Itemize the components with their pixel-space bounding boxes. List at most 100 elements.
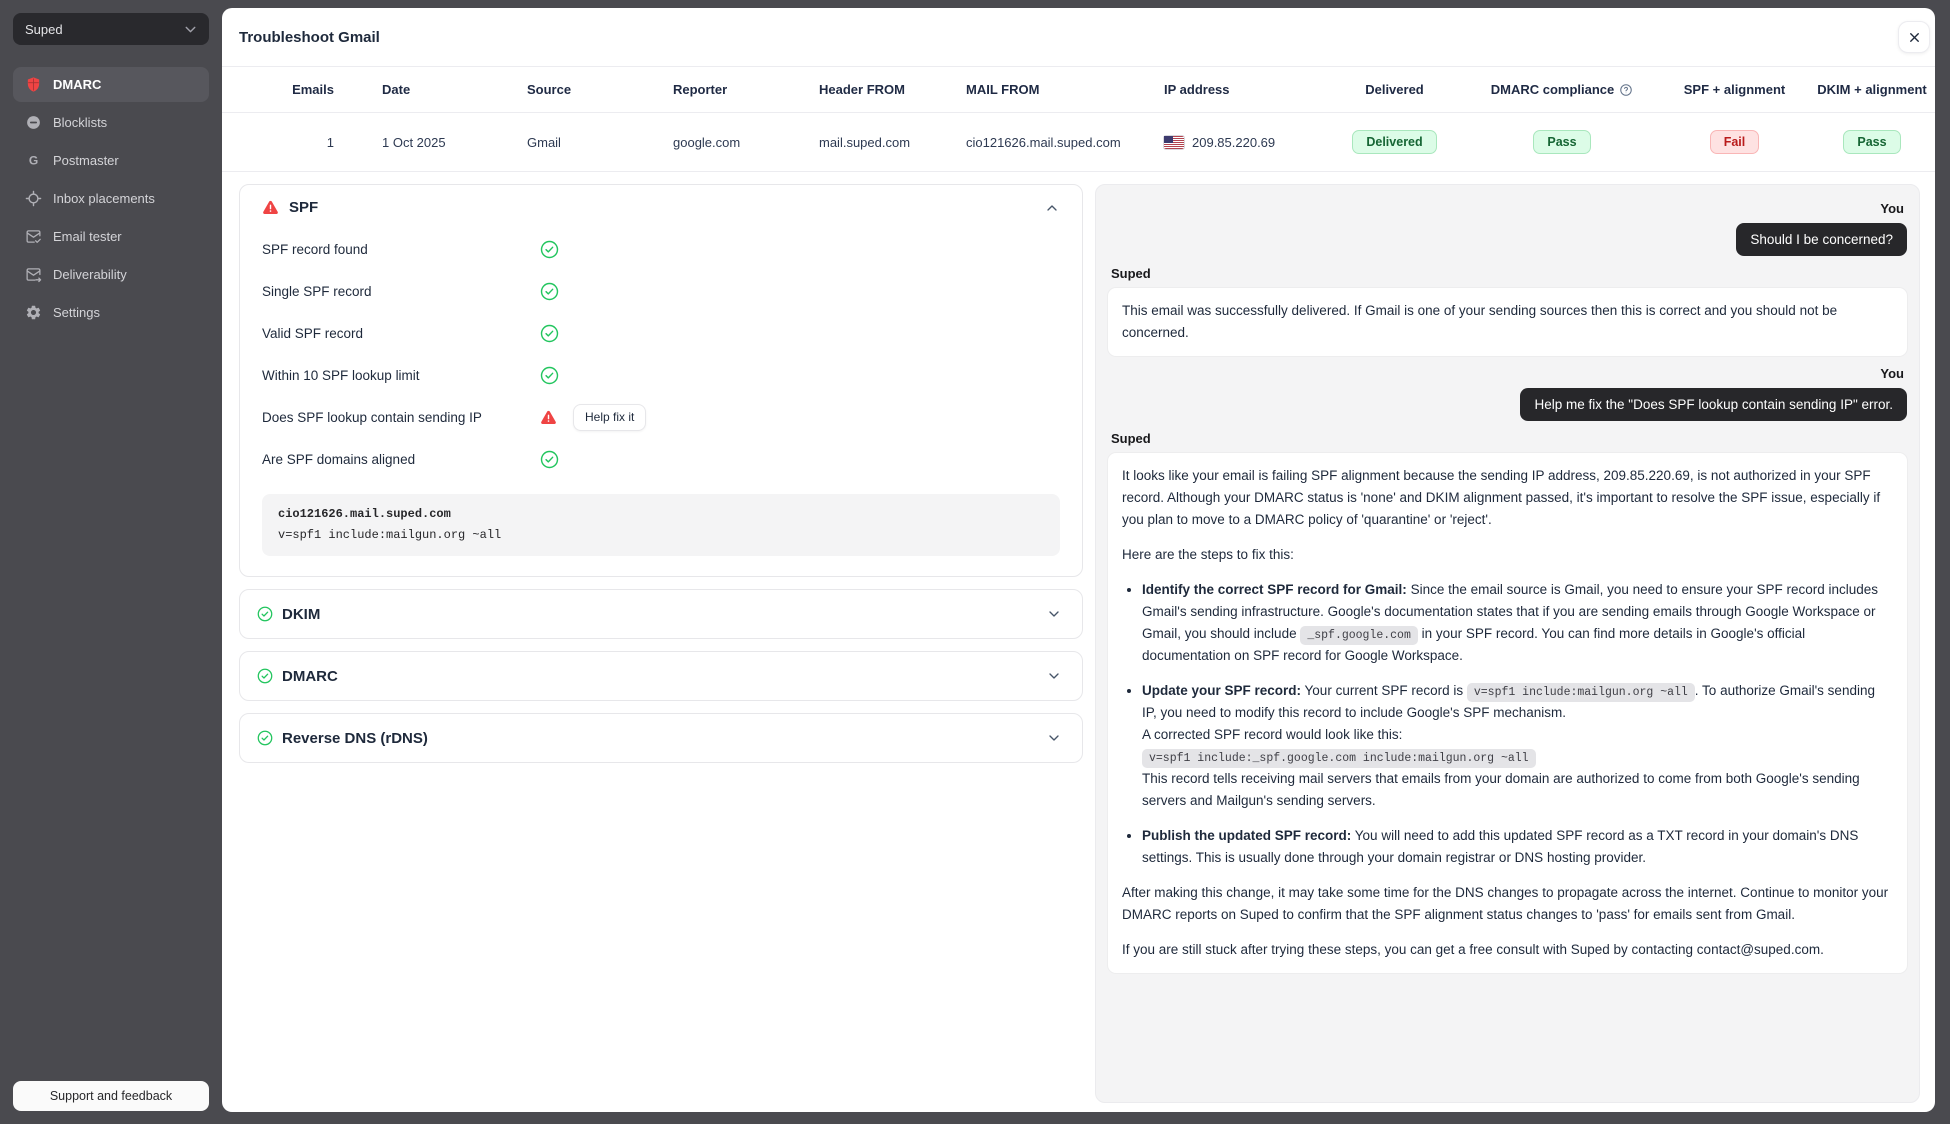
check-row-valid-spf-record: Valid SPF record — [262, 312, 1060, 354]
gear-icon — [24, 304, 42, 322]
sidebar-item-postmaster[interactable]: G Postmaster — [13, 143, 209, 178]
chat-bot-label: Suped — [1111, 266, 1904, 281]
dkim-card-header[interactable]: DKIM — [239, 589, 1083, 639]
col-ip-address: IP address — [1144, 82, 1322, 97]
troubleshoot-modal: Troubleshoot Gmail Emails Date Source Re… — [222, 8, 1935, 1112]
sidebar-item-blocklists[interactable]: Blocklists — [13, 105, 209, 140]
sidebar: Suped DMARC Blocklists G — [0, 0, 222, 1124]
row-dkim-alignment: Pass — [1812, 130, 1932, 154]
check-label: Does SPF lookup contain sending IP — [262, 410, 540, 425]
check-circle-icon — [257, 668, 273, 684]
us-flag-icon — [1164, 136, 1184, 149]
check-row-single-spf-record: Single SPF record — [262, 270, 1060, 312]
row-ip-address: 209.85.220.69 — [1144, 135, 1322, 150]
bot-message-text: This email was successfully delivered. I… — [1122, 300, 1893, 344]
step-line: A corrected SPF record would look like t… — [1142, 724, 1893, 746]
support-feedback-button[interactable]: Support and feedback — [13, 1081, 209, 1111]
minus-circle-icon — [24, 114, 42, 132]
dmarc-compliance-badge: Pass — [1533, 130, 1590, 154]
check-circle-icon — [540, 366, 559, 385]
col-dmarc-compliance: DMARC compliance — [1467, 82, 1657, 97]
close-button[interactable] — [1898, 21, 1930, 53]
row-header-from: mail.suped.com — [799, 135, 946, 150]
bot-message: This email was successfully delivered. I… — [1108, 288, 1907, 356]
target-icon — [24, 190, 42, 208]
check-label: SPF record found — [262, 242, 540, 257]
chevron-down-icon — [1046, 606, 1062, 622]
workspace-name: Suped — [25, 22, 63, 37]
check-label: Within 10 SPF lookup limit — [262, 368, 540, 383]
bot-paragraph: After making this change, it may take so… — [1122, 882, 1893, 926]
sidebar-item-label: Inbox placements — [53, 191, 155, 206]
check-circle-icon — [540, 240, 559, 259]
col-reporter: Reporter — [653, 82, 799, 97]
check-circle-icon — [257, 730, 273, 746]
workspace-switcher[interactable]: Suped — [13, 13, 209, 45]
step-lead: Update your SPF record: — [1142, 683, 1301, 698]
step-line: This record tells receiving mail servers… — [1142, 768, 1893, 812]
check-circle-icon — [540, 324, 559, 343]
check-circle-icon — [257, 606, 273, 622]
sidebar-spacer — [13, 330, 209, 1081]
table-row[interactable]: 1 1 Oct 2025 Gmail google.com mail.suped… — [222, 113, 1935, 172]
col-mail-from: MAIL FROM — [946, 82, 1144, 97]
row-spf-alignment: Fail — [1657, 130, 1812, 154]
step-text: Your current SPF record is — [1301, 683, 1467, 698]
spf-card: SPF SPF record found S — [239, 184, 1083, 577]
sidebar-item-inbox-placements[interactable]: Inbox placements — [13, 181, 209, 216]
google-g-icon: G — [24, 152, 42, 170]
table-header-row: Emails Date Source Reporter Header FROM … — [222, 67, 1935, 113]
bot-paragraph: If you are still stuck after trying thes… — [1122, 939, 1893, 961]
mail-send-icon — [24, 266, 42, 284]
sidebar-item-dmarc[interactable]: DMARC — [13, 67, 209, 102]
col-source: Source — [507, 82, 653, 97]
step-lead: Publish the updated SPF record: — [1142, 828, 1351, 843]
dkim-section-title: DKIM — [282, 606, 320, 623]
spf-record-block: cio121626.mail.suped.com v=spf1 include:… — [262, 494, 1060, 556]
mail-check-icon — [24, 228, 42, 246]
check-circle-icon — [540, 282, 559, 301]
sidebar-item-email-tester[interactable]: Email tester — [13, 219, 209, 254]
sidebar-item-label: Postmaster — [53, 153, 119, 168]
chat-user-label: You — [1111, 366, 1904, 381]
check-label: Are SPF domains aligned — [262, 452, 540, 467]
code-chip: v=spf1 include:_spf.google.com include:m… — [1142, 749, 1536, 768]
sidebar-nav: DMARC Blocklists G Postmaster Inbox plac… — [13, 67, 209, 330]
fix-step-identify: Identify the correct SPF record for Gmai… — [1142, 579, 1893, 667]
check-row-domains-aligned: Are SPF domains aligned — [262, 438, 1060, 480]
sidebar-item-label: Blocklists — [53, 115, 107, 130]
check-label: Valid SPF record — [262, 326, 540, 341]
row-mail-from: cio121626.mail.suped.com — [946, 135, 1144, 150]
sidebar-item-label: Email tester — [53, 229, 122, 244]
check-row-sending-ip: Does SPF lookup contain sending IP Help … — [262, 396, 1060, 438]
user-message: Should I be concerned? — [1736, 223, 1907, 256]
warning-triangle-icon — [540, 409, 557, 426]
dmarc-card-header[interactable]: DMARC — [239, 651, 1083, 701]
chevron-up-icon — [1044, 200, 1060, 216]
code-chip: _spf.google.com — [1300, 626, 1418, 645]
sidebar-item-deliverability[interactable]: Deliverability — [13, 257, 209, 292]
chevron-down-icon — [1046, 668, 1062, 684]
fix-step-update: Update your SPF record: Your current SPF… — [1142, 680, 1893, 812]
delivered-badge: Delivered — [1352, 130, 1436, 154]
spf-record-domain: cio121626.mail.suped.com — [278, 504, 1044, 525]
step-chip-line: v=spf1 include:_spf.google.com include:m… — [1142, 746, 1893, 768]
fix-step-publish: Publish the updated SPF record: You will… — [1142, 825, 1893, 869]
sidebar-item-settings[interactable]: Settings — [13, 295, 209, 330]
spf-section-title: SPF — [289, 199, 318, 216]
fix-steps-list: Identify the correct SPF record for Gmai… — [1122, 579, 1893, 869]
help-fix-button[interactable]: Help fix it — [573, 404, 646, 431]
help-circle-icon[interactable] — [1619, 83, 1633, 97]
warning-triangle-icon — [262, 199, 279, 216]
rdns-card-header[interactable]: Reverse DNS (rDNS) — [239, 713, 1083, 763]
chevron-down-icon — [181, 20, 199, 38]
col-spf-alignment: SPF + alignment — [1657, 82, 1812, 97]
sidebar-item-label: DMARC — [53, 77, 101, 92]
row-dmarc-compliance: Pass — [1467, 130, 1657, 154]
chevron-down-icon — [1046, 730, 1062, 746]
col-dkim-alignment: DKIM + alignment — [1812, 82, 1932, 97]
page-title: Troubleshoot Gmail — [239, 29, 380, 46]
diagnostics-column: SPF SPF record found S — [239, 184, 1083, 1103]
check-label: Single SPF record — [262, 284, 540, 299]
spf-card-header[interactable]: SPF — [262, 199, 1060, 216]
